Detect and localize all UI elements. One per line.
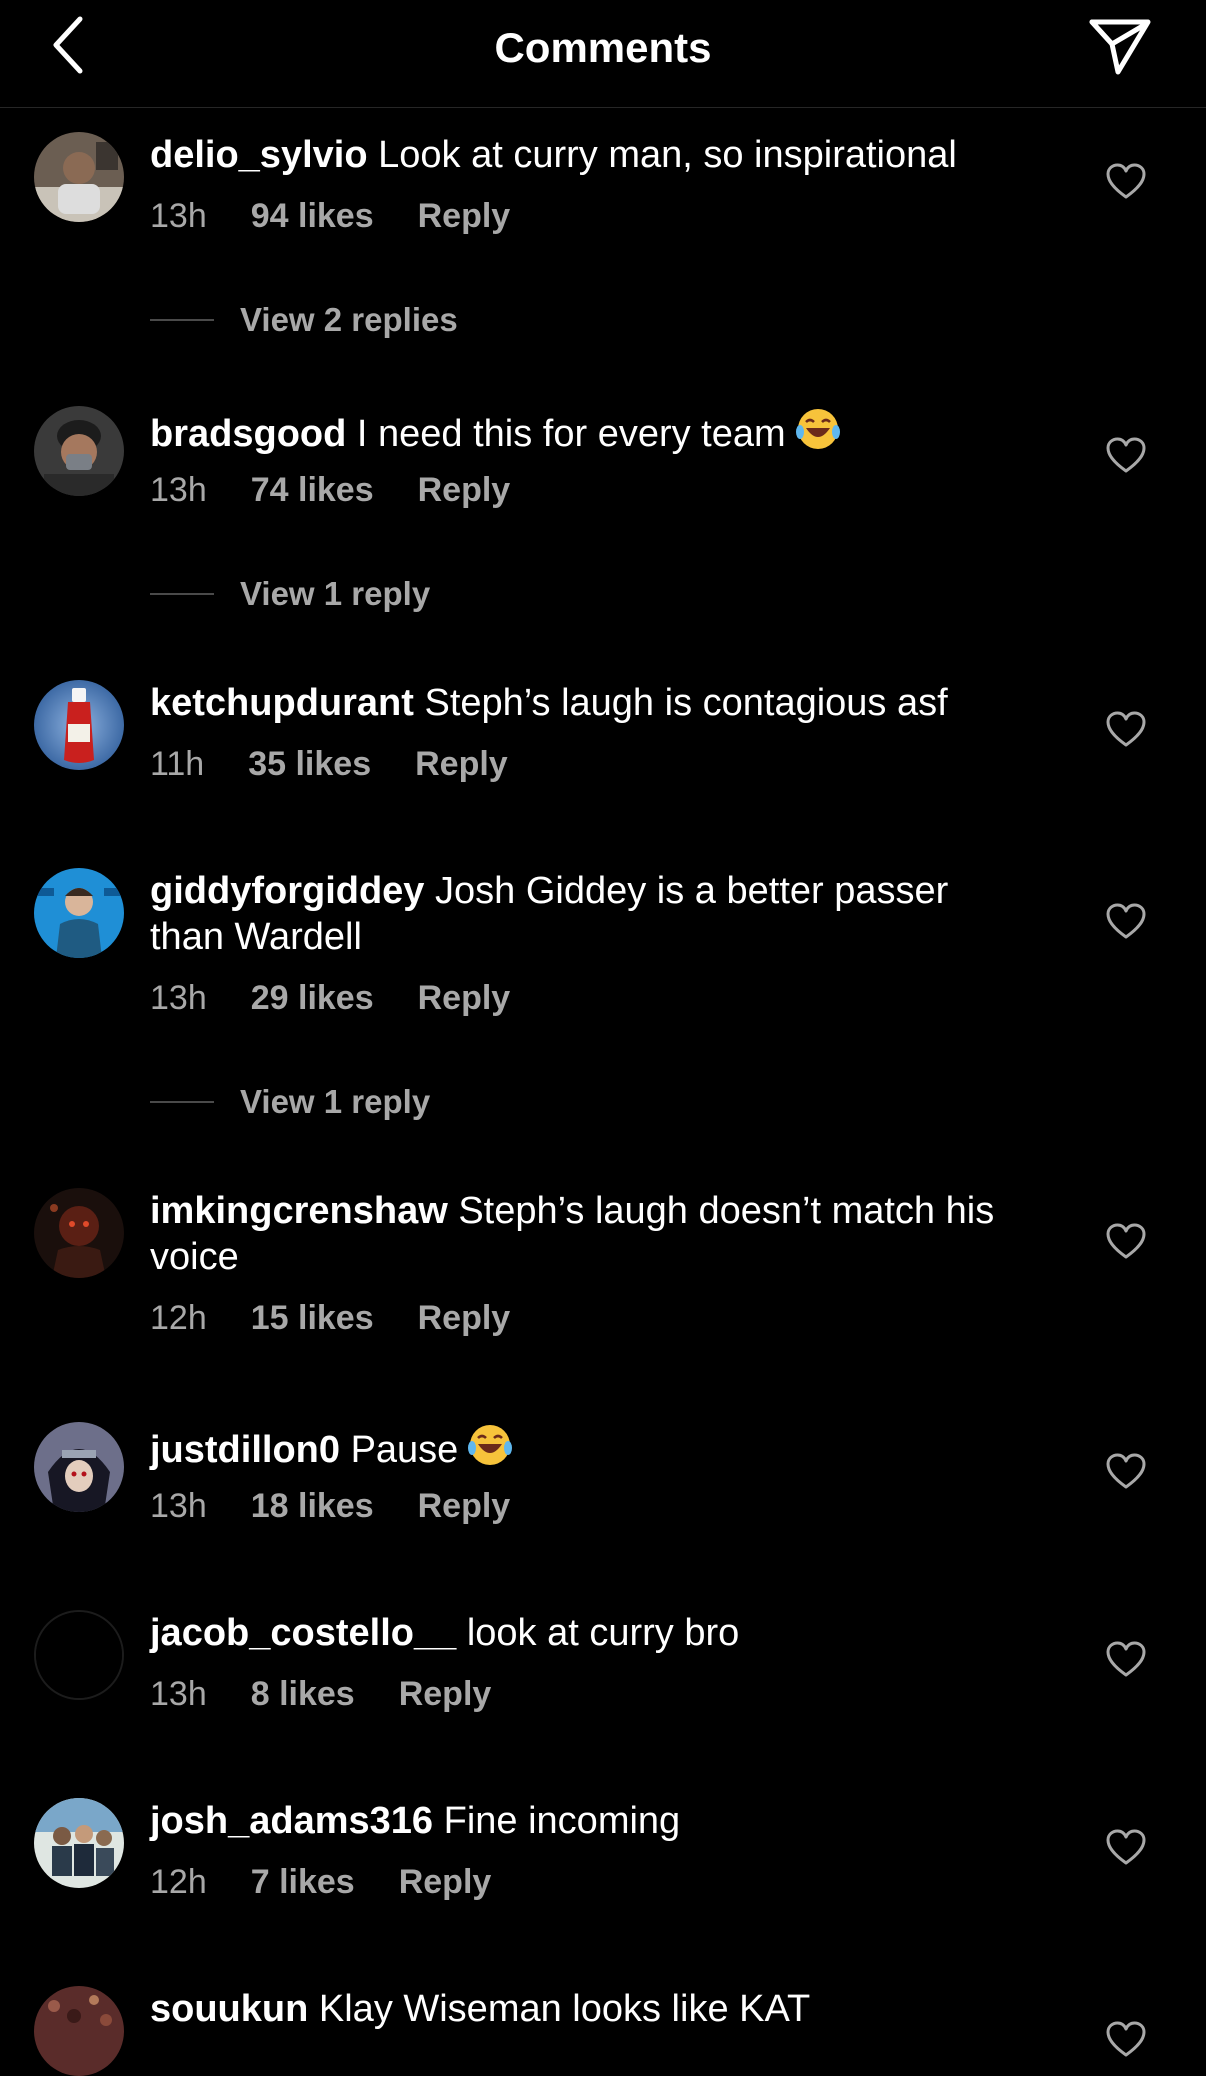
replies-divider (150, 1101, 214, 1103)
comment-time: 12h (150, 1299, 207, 1337)
comment-text: bradsgood I need this for every team (150, 406, 1020, 457)
view-replies-button[interactable]: View 2 replies (150, 300, 458, 340)
comment-username[interactable]: josh_adams316 (150, 1800, 433, 1842)
comment-body: Klay Wiseman looks like KAT (318, 1988, 811, 2030)
comment-body: Look at curry man, so inspirational (378, 134, 957, 176)
comment-meta: 12h 15 likes Reply (150, 1298, 510, 1338)
comment-text: jacob_costello__ look at curry bro (150, 1610, 1020, 1656)
reply-button[interactable]: Reply (418, 471, 511, 509)
avatar[interactable] (34, 406, 124, 496)
comment-likes[interactable]: 74 likes (251, 471, 374, 509)
comment-meta: 13h 94 likes Reply (150, 196, 510, 236)
comment-time: 12h (150, 1863, 207, 1901)
replies-divider (150, 593, 214, 595)
laughing-tears-emoji-icon (468, 1425, 513, 1465)
comment-time: 11h (150, 745, 205, 783)
comment-username[interactable]: giddyforgiddey (150, 870, 424, 912)
comment-username[interactable]: bradsgood (150, 413, 346, 455)
reply-button[interactable]: Reply (415, 745, 508, 783)
heart-icon[interactable] (1106, 162, 1146, 202)
reply-button[interactable]: Reply (418, 979, 511, 1017)
comment-body: look at curry bro (466, 1612, 740, 1654)
avatar[interactable] (34, 1188, 124, 1278)
comment-meta: 13h 8 likes Reply (150, 1674, 491, 1714)
page-title: Comments (494, 24, 712, 71)
avatar[interactable] (34, 132, 124, 222)
comment-likes[interactable]: 94 likes (251, 197, 374, 235)
heart-icon[interactable] (1106, 2020, 1146, 2060)
avatar[interactable] (34, 1986, 124, 2076)
reply-button[interactable]: Reply (399, 1675, 492, 1713)
avatar[interactable] (34, 680, 124, 770)
comment-text: josh_adams316 Fine incoming (150, 1798, 1020, 1844)
paper-plane-icon (1089, 19, 1151, 75)
comment-username[interactable]: imkingcrenshaw (150, 1190, 448, 1232)
avatar[interactable] (34, 1422, 124, 1512)
comment-meta: 13h 74 likes Reply (150, 470, 510, 510)
avatar[interactable] (34, 1798, 124, 1888)
comment-time: 13h (150, 197, 207, 235)
view-replies-button[interactable]: View 1 reply (150, 574, 430, 614)
comment-body: I need this for every team (356, 413, 786, 455)
view-replies-label: View 1 reply (240, 1083, 431, 1120)
comment-likes[interactable]: 35 likes (248, 745, 371, 783)
share-button[interactable] (1084, 14, 1156, 80)
heart-icon[interactable] (1106, 436, 1146, 476)
avatar[interactable] (34, 1610, 124, 1700)
comment-likes[interactable]: 18 likes (251, 1487, 374, 1525)
view-replies-button[interactable]: View 1 reply (150, 1082, 430, 1122)
comment-time: 13h (150, 1487, 207, 1525)
comment-meta: 11h 35 likes Reply (150, 744, 508, 784)
replies-divider (150, 319, 214, 321)
comments-header: Comments (0, 0, 1206, 108)
heart-icon[interactable] (1106, 1452, 1146, 1492)
heart-icon[interactable] (1106, 902, 1146, 942)
comment-text: ketchupdurant Steph’s laugh is contagiou… (150, 680, 1020, 726)
comment-username[interactable]: justdillon0 (150, 1429, 340, 1471)
comment-body: Fine incoming (443, 1800, 681, 1842)
reply-button[interactable]: Reply (418, 197, 511, 235)
comment-username[interactable]: souukun (150, 1988, 308, 2030)
comment-likes[interactable]: 29 likes (251, 979, 374, 1017)
comment-username[interactable]: ketchupdurant (150, 682, 414, 724)
view-replies-label: View 2 replies (240, 301, 458, 338)
comment-time: 13h (150, 1675, 207, 1713)
reply-button[interactable]: Reply (418, 1299, 511, 1337)
comment-text: imkingcrenshaw Steph’s laugh doesn’t mat… (150, 1188, 1020, 1280)
heart-icon[interactable] (1106, 1828, 1146, 1868)
comment-text: delio_sylvio Look at curry man, so inspi… (150, 132, 1020, 178)
comment-body: Pause (350, 1429, 459, 1471)
comment-time: 13h (150, 471, 207, 509)
comment-username[interactable]: delio_sylvio (150, 134, 368, 176)
heart-icon[interactable] (1106, 1640, 1146, 1680)
comment-text: justdillon0 Pause (150, 1422, 1020, 1473)
comment-meta: 13h 29 likes Reply (150, 978, 510, 1018)
comment-likes[interactable]: 15 likes (251, 1299, 374, 1337)
heart-icon[interactable] (1106, 710, 1146, 750)
comment-text: souukun Klay Wiseman looks like KAT (150, 1986, 1020, 2032)
comment-body: Steph’s laugh is contagious asf (424, 682, 948, 724)
comment-username[interactable]: jacob_costello__ (150, 1612, 456, 1654)
comment-likes[interactable]: 8 likes (251, 1675, 355, 1713)
avatar[interactable] (34, 868, 124, 958)
reply-button[interactable]: Reply (418, 1487, 511, 1525)
comment-meta: 13h 18 likes Reply (150, 1486, 510, 1526)
comment-likes[interactable]: 7 likes (251, 1863, 355, 1901)
laughing-tears-emoji-icon (795, 409, 840, 449)
comment-text: giddyforgiddey Josh Giddey is a better p… (150, 868, 1020, 960)
comment-meta: 12h 7 likes Reply (150, 1862, 491, 1902)
comment-time: 13h (150, 979, 207, 1017)
heart-icon[interactable] (1106, 1222, 1146, 1262)
view-replies-label: View 1 reply (240, 575, 431, 612)
reply-button[interactable]: Reply (399, 1863, 492, 1901)
